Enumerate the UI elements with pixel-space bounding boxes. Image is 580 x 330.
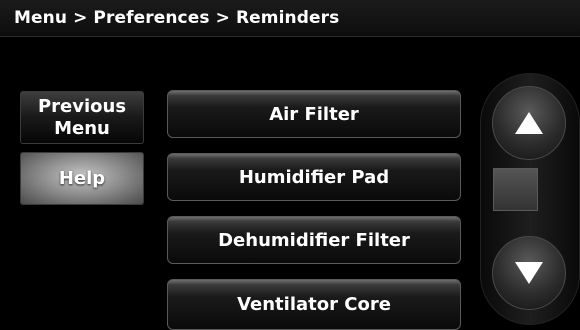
scroll-thumb[interactable] [493, 168, 538, 211]
previous-menu-label: Previous Menu [38, 96, 126, 140]
breadcrumb: Menu > Preferences > Reminders [14, 8, 340, 28]
help-label: Help [58, 167, 106, 189]
scroll-up-button[interactable] [492, 86, 566, 160]
list-item-label: Dehumidifier Filter [218, 229, 410, 251]
previous-menu-line2: Menu [54, 117, 110, 139]
list-item-humidifier-pad[interactable]: Humidifier Pad [167, 153, 461, 201]
list-item-label: Air Filter [269, 103, 359, 125]
list-item-ventilator-core[interactable]: Ventilator Core [167, 279, 461, 330]
arrow-down-icon [515, 262, 543, 284]
previous-menu-button[interactable]: Previous Menu [20, 91, 144, 144]
title-bar: Menu > Preferences > Reminders [0, 0, 580, 37]
thermostat-screen: Menu > Preferences > Reminders Previous … [0, 0, 580, 330]
list-item-label: Ventilator Core [237, 294, 391, 315]
help-button[interactable]: Help [20, 152, 144, 205]
arrow-up-icon [515, 112, 543, 134]
list-item-air-filter[interactable]: Air Filter [167, 90, 461, 138]
previous-menu-line1: Previous [37, 95, 127, 117]
scroll-down-button[interactable] [492, 236, 566, 310]
list-item-dehumidifier-filter[interactable]: Dehumidifier Filter [167, 216, 461, 264]
list-item-label: Humidifier Pad [238, 166, 390, 188]
